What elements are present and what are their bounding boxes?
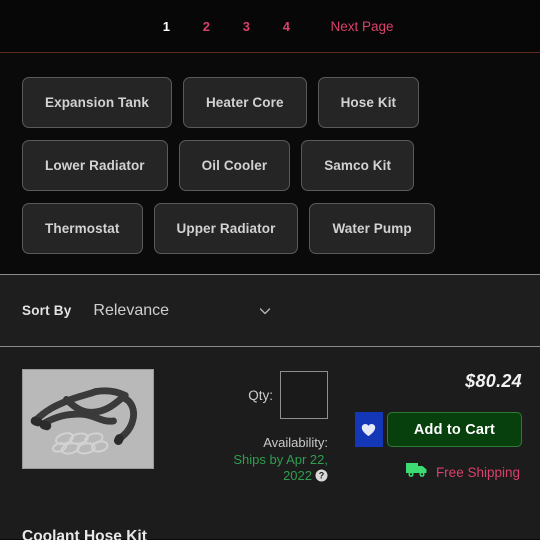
category-row: Thermostat Upper Radiator Water Pump: [22, 203, 540, 254]
wishlist-heart-button[interactable]: [354, 412, 383, 447]
sort-bar: Sort By Relevance: [0, 274, 540, 347]
availability-label: Availability:: [263, 435, 328, 450]
product-price: $80.24: [465, 371, 522, 391]
purchase-controls: $80.24 Add to Cart Free Shipping: [336, 369, 522, 487]
add-to-cart-button[interactable]: Add to Cart: [386, 412, 522, 447]
category-chip-lower-radiator[interactable]: Lower Radiator: [22, 140, 168, 191]
pagination: 1 2 3 4 Next Page: [0, 0, 540, 53]
next-page-link[interactable]: Next Page: [330, 19, 393, 34]
chevron-down-icon: [257, 303, 273, 319]
free-shipping-text: Free Shipping: [435, 464, 520, 480]
category-chip-samco-kit[interactable]: Samco Kit: [301, 140, 415, 191]
ships-by-value: Ships by Apr 22, 2022: [233, 452, 328, 484]
product-list: Qty: Availability: Ships by Apr 22, 2022…: [0, 347, 540, 540]
delivery-truck-icon: [405, 461, 429, 483]
quantity-and-availability: Qty: Availability: Ships by Apr 22, 2022…: [168, 369, 336, 487]
category-filter-list: Expansion Tank Heater Core Hose Kit Lowe…: [0, 53, 540, 274]
category-chip-heater-core[interactable]: Heater Core: [182, 77, 307, 128]
category-chip-expansion-tank[interactable]: Expansion Tank: [22, 77, 172, 128]
question-mark-circle-icon[interactable]: ?: [315, 469, 328, 486]
category-chip-water-pump[interactable]: Water Pump: [309, 203, 435, 254]
pagination-page-3[interactable]: 3: [226, 19, 266, 34]
category-chip-upper-radiator[interactable]: Upper Radiator: [153, 203, 299, 254]
sort-by-dropdown[interactable]: Relevance: [93, 302, 273, 320]
quantity-label: Qty:: [248, 387, 273, 403]
product-row: Qty: Availability: Ships by Apr 22, 2022…: [0, 369, 540, 487]
quantity-row: Qty:: [248, 371, 328, 419]
free-shipping-row: Free Shipping: [405, 461, 520, 483]
cart-action-row: Add to Cart: [354, 412, 522, 447]
product-listing-page: 1 2 3 4 Next Page Expansion Tank Heater …: [0, 0, 540, 540]
pagination-page-1[interactable]: 1: [146, 19, 186, 34]
pagination-page-4[interactable]: 4: [266, 19, 306, 34]
sort-by-label: Sort By: [22, 303, 72, 318]
category-chip-oil-cooler[interactable]: Oil Cooler: [178, 140, 291, 191]
product-thumbnail[interactable]: [22, 369, 154, 469]
sort-by-value: Relevance: [93, 301, 170, 319]
category-row: Expansion Tank Heater Core Hose Kit: [22, 77, 540, 128]
category-chip-hose-kit[interactable]: Hose Kit: [317, 77, 420, 128]
quantity-input[interactable]: [280, 371, 328, 419]
category-row: Lower Radiator Oil Cooler Samco Kit: [22, 140, 540, 191]
product-title[interactable]: Coolant Hose Kit: [22, 528, 147, 540]
category-chip-thermostat[interactable]: Thermostat: [22, 203, 143, 254]
pagination-page-2[interactable]: 2: [186, 19, 226, 34]
ships-by-text: Ships by Apr 22, 2022?: [210, 452, 328, 487]
svg-text:?: ?: [319, 471, 325, 481]
